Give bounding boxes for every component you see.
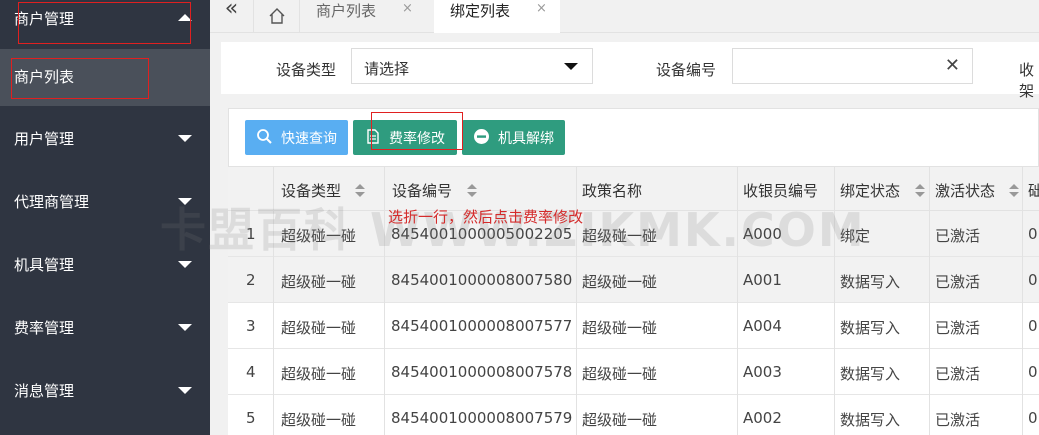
sort-icon[interactable] (915, 184, 925, 197)
column-header-extra[interactable]: 础 (1028, 180, 1039, 201)
sidebar-item-label: 用户管理 (14, 130, 75, 148)
tab-binding-list[interactable]: 绑定列表 × (434, 0, 560, 33)
cell-policy: 超级碰一碰 (582, 273, 658, 291)
sidebar-item-messages[interactable]: 消息管理 (0, 358, 210, 421)
minus-circle-icon (474, 129, 489, 144)
sidebar-item-label: 消息管理 (14, 382, 75, 400)
caret-down-icon (178, 387, 192, 394)
cell-bind-status: 数据写入 (840, 319, 901, 337)
cell-cashier: A001 (743, 271, 782, 289)
column-header-active-status[interactable]: 激活状态 (935, 180, 995, 201)
table-row[interactable]: 3 超级碰一碰 8454001000008007577 超级碰一碰 A004 数… (228, 303, 1039, 349)
tab-bar: « 商户列表 × 绑定列表 × (210, 0, 1039, 33)
quick-query-button[interactable]: 快速查询 (245, 120, 348, 155)
cell-extra: 0 (1028, 317, 1038, 335)
table-row[interactable]: 4 超级碰一碰 8454001000008007578 超级碰一碰 A003 数… (228, 349, 1039, 395)
device-no-label: 设备编号 (656, 61, 717, 79)
close-icon[interactable]: × (536, 1, 547, 16)
search-icon (257, 129, 272, 144)
highlight-box (11, 58, 149, 99)
cell-device-no: 8454001000008007578 (391, 363, 573, 381)
device-type-select[interactable]: 请选择 (351, 48, 593, 84)
tab-label: 绑定列表 (450, 2, 511, 20)
highlight-box (18, 2, 191, 44)
unbind-button[interactable]: 机具解绑 (462, 120, 565, 155)
cell-active-status: 已激活 (935, 273, 981, 291)
close-icon[interactable]: × (402, 1, 413, 16)
cell-active-status: 已激活 (935, 365, 981, 383)
table-row[interactable]: 5 超级碰一碰 8454001000008007579 超级碰一碰 A002 数… (228, 395, 1039, 435)
highlight-box (371, 112, 463, 150)
row-index: 4 (246, 363, 256, 381)
select-value: 请选择 (364, 60, 410, 78)
caret-down-icon (178, 261, 192, 268)
cell-cashier: A004 (743, 317, 782, 335)
cell-device-type: 超级碰一碰 (281, 273, 357, 291)
caret-down-icon (178, 135, 192, 142)
button-label: 机具解绑 (498, 131, 554, 147)
clear-icon[interactable]: ✕ (945, 55, 960, 76)
collapse-icon[interactable]: « (210, 0, 254, 33)
column-divider (929, 166, 930, 435)
cell-device-type: 超级碰一碰 (281, 319, 357, 337)
cell-device-type: 超级碰一碰 (281, 411, 357, 429)
cell-active-status: 已激活 (935, 227, 981, 245)
button-label: 快速查询 (281, 131, 337, 147)
device-type-label: 设备类型 (276, 61, 337, 79)
cell-active-status: 已激活 (935, 411, 981, 429)
cell-active-status: 已激活 (935, 319, 981, 337)
row-index: 3 (246, 317, 256, 335)
caret-down-icon (178, 324, 192, 331)
cell-extra: 0 (1028, 271, 1038, 289)
cashier-label: 收架 (1019, 61, 1035, 100)
cell-policy: 超级碰一碰 (582, 411, 658, 429)
chevron-down-icon (564, 63, 578, 70)
cell-policy: 超级碰一碰 (582, 365, 658, 383)
watermark: 卡盟百科 WWW.ZIKMK.COM (160, 203, 866, 257)
cell-device-no: 8454001000008007580 (391, 271, 573, 289)
home-icon[interactable] (254, 0, 300, 33)
tab-merchant-list[interactable]: 商户列表 × (300, 0, 434, 33)
sidebar-item-label: 机具管理 (14, 256, 75, 274)
sidebar-item-label: 费率管理 (14, 319, 75, 337)
cell-bind-status: 数据写入 (840, 365, 901, 383)
device-no-input[interactable]: ✕ (732, 48, 973, 84)
cell-cashier: A002 (743, 409, 782, 427)
sidebar-item-users[interactable]: 用户管理 (0, 106, 210, 169)
cell-bind-status: 数据写入 (840, 273, 901, 291)
tab-label: 商户列表 (316, 2, 377, 20)
filter-panel: 设备类型 请选择 设备编号 ✕ 收架 (221, 42, 1039, 100)
cell-policy: 超级碰一碰 (582, 319, 658, 337)
cell-extra: 0 (1028, 225, 1038, 243)
cell-device-no: 8454001000008007579 (391, 409, 573, 427)
cell-bind-status: 数据写入 (840, 411, 901, 429)
sidebar-item-label: 代理商管理 (14, 193, 90, 211)
column-divider (1022, 166, 1023, 435)
instruction-annotation: 选折一行，然后点击费率修改 (388, 208, 584, 226)
cell-cashier: A003 (743, 363, 782, 381)
cell-device-type: 超级碰一碰 (281, 365, 357, 383)
cell-extra: 0 (1028, 363, 1038, 381)
row-index: 2 (246, 271, 256, 289)
cell-device-no: 8454001000008007577 (391, 317, 573, 335)
table-row[interactable]: 2 超级碰一碰 8454001000008007580 超级碰一碰 A001 数… (228, 257, 1039, 303)
sidebar-item-rates[interactable]: 费率管理 (0, 295, 210, 358)
cell-extra: 0 (1028, 409, 1038, 427)
sort-icon[interactable] (1009, 184, 1019, 197)
row-index: 5 (246, 409, 256, 427)
sidebar-item-merchant-list[interactable]: 商户列表 (0, 49, 210, 106)
